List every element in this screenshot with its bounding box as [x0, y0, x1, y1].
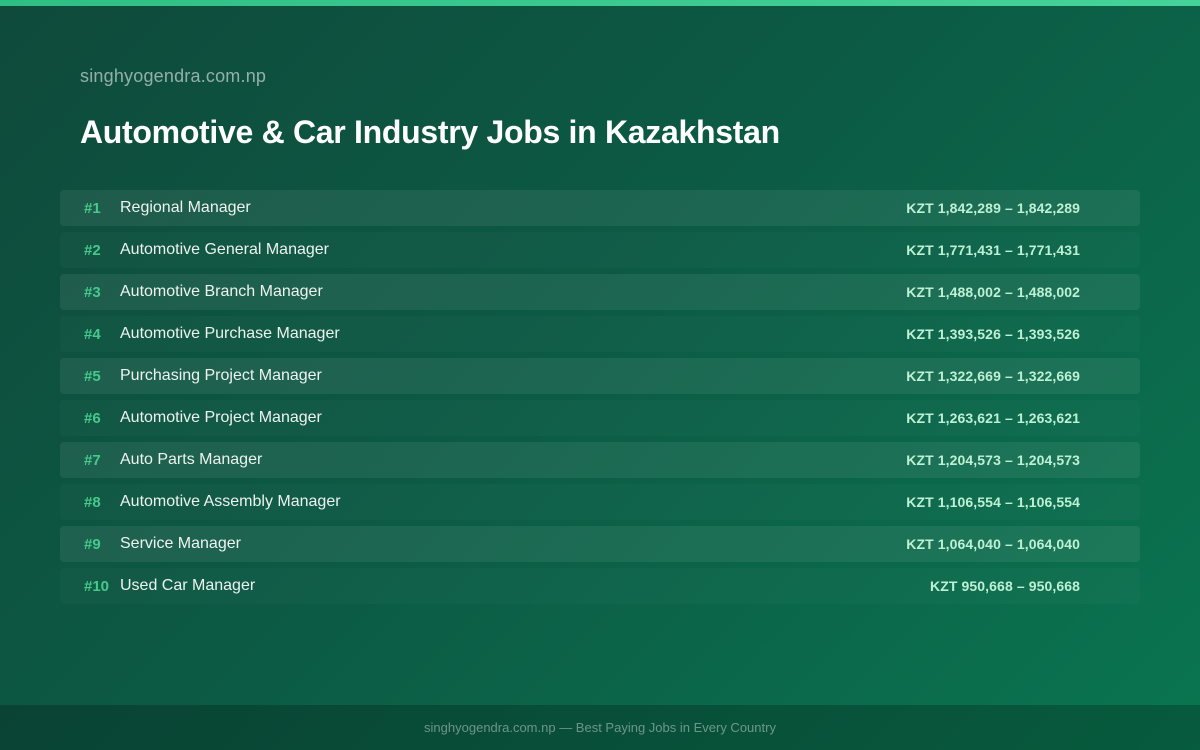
job-salary: KZT 1,064,040 – 1,064,040 — [906, 536, 1080, 552]
job-row: #8 Automotive Assembly Manager KZT 1,106… — [60, 484, 1140, 520]
job-row: #9 Service Manager KZT 1,064,040 – 1,064… — [60, 526, 1140, 562]
job-row: #2 Automotive General Manager KZT 1,771,… — [60, 232, 1140, 268]
job-salary: KZT 1,204,573 – 1,204,573 — [906, 452, 1080, 468]
job-title: Automotive Project Manager — [120, 409, 322, 426]
job-salary: KZT 1,393,526 – 1,393,526 — [906, 326, 1080, 342]
job-rank: #9 — [84, 535, 101, 553]
job-rank: #3 — [84, 283, 101, 301]
job-rank: #4 — [84, 325, 101, 343]
job-rank: #8 — [84, 493, 101, 511]
job-row: #7 Auto Parts Manager KZT 1,204,573 – 1,… — [60, 442, 1140, 478]
job-title: Automotive Assembly Manager — [120, 493, 341, 510]
job-title: Regional Manager — [120, 199, 251, 216]
job-row: #4 Automotive Purchase Manager KZT 1,393… — [60, 316, 1140, 352]
job-rank: #6 — [84, 409, 101, 427]
job-salary: KZT 1,263,621 – 1,263,621 — [906, 410, 1080, 426]
job-title: Automotive General Manager — [120, 241, 329, 258]
job-rank: #10 — [84, 577, 110, 595]
job-title: Auto Parts Manager — [120, 451, 263, 468]
job-rank: #7 — [84, 451, 101, 469]
job-title: Automotive Branch Manager — [120, 283, 323, 300]
job-list: #1 Regional Manager KZT 1,842,289 – 1,84… — [60, 190, 1140, 610]
footer: singhyogendra.com.np — Best Paying Jobs … — [0, 705, 1200, 750]
job-salary: KZT 1,106,554 – 1,106,554 — [906, 494, 1080, 510]
site-name: singhyogendra.com.np — [80, 66, 267, 86]
job-row: #10 Used Car Manager KZT 950,668 – 950,6… — [60, 568, 1140, 604]
page-title: Automotive & Car Industry Jobs in Kazakh… — [80, 114, 780, 150]
job-title: Service Manager — [120, 535, 241, 552]
job-row: #1 Regional Manager KZT 1,842,289 – 1,84… — [60, 190, 1140, 226]
footer-text: singhyogendra.com.np — Best Paying Jobs … — [424, 720, 776, 735]
top-accent-bar — [0, 0, 1200, 6]
job-salary: KZT 1,842,289 – 1,842,289 — [906, 200, 1080, 216]
job-rank: #2 — [84, 241, 101, 259]
job-title: Purchasing Project Manager — [120, 367, 322, 384]
job-rank: #1 — [84, 199, 101, 217]
job-row: #5 Purchasing Project Manager KZT 1,322,… — [60, 358, 1140, 394]
job-row: #3 Automotive Branch Manager KZT 1,488,0… — [60, 274, 1140, 310]
job-salary: KZT 950,668 – 950,668 — [930, 578, 1080, 594]
job-salary: KZT 1,322,669 – 1,322,669 — [906, 368, 1080, 384]
job-title: Automotive Purchase Manager — [120, 325, 340, 342]
job-salary: KZT 1,488,002 – 1,488,002 — [906, 284, 1080, 300]
job-rank: #5 — [84, 367, 101, 385]
job-title: Used Car Manager — [120, 577, 256, 594]
job-salary: KZT 1,771,431 – 1,771,431 — [906, 242, 1080, 258]
job-row: #6 Automotive Project Manager KZT 1,263,… — [60, 400, 1140, 436]
